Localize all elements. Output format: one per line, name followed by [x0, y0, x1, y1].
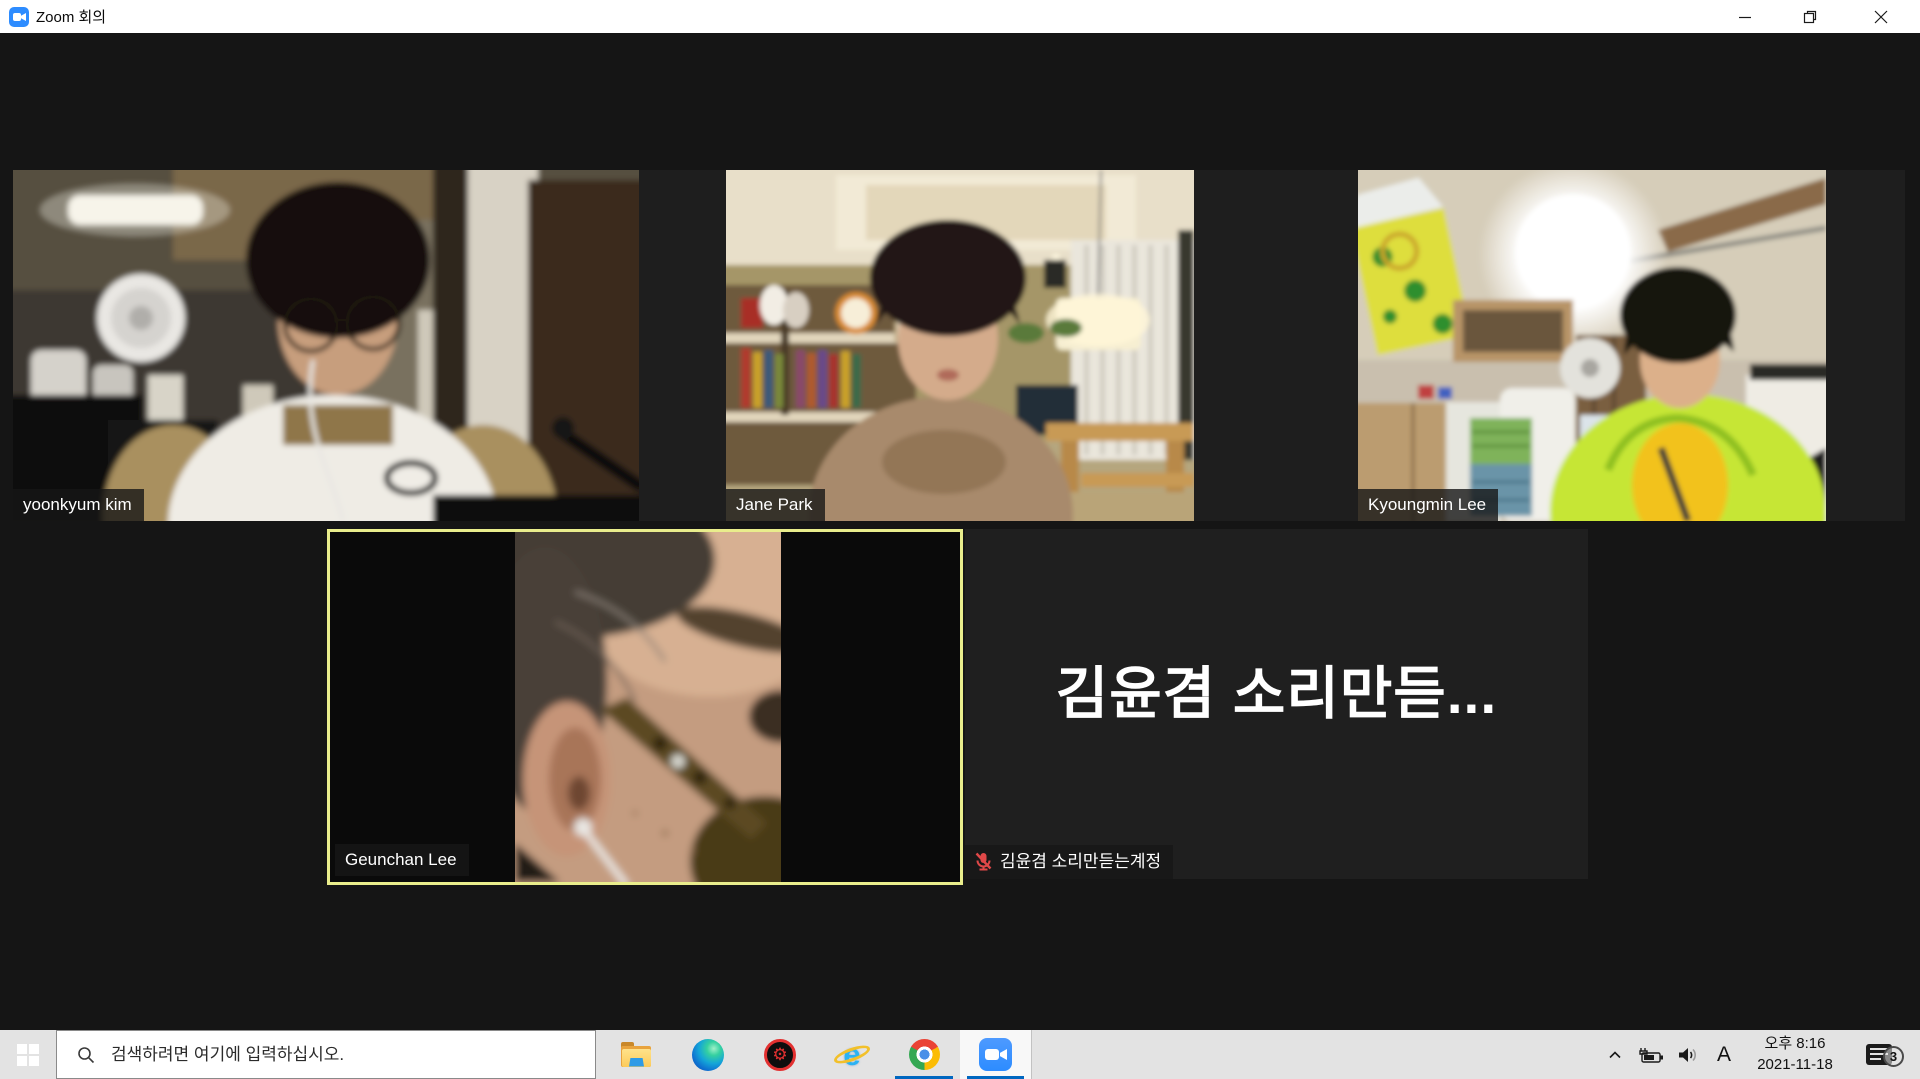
zoom-icon	[979, 1038, 1012, 1071]
taskbar-security-tool-button[interactable]: ⚙	[744, 1030, 816, 1079]
taskbar-zoom-button[interactable]	[960, 1030, 1032, 1079]
system-tray: A 오후 8:16 2021-11-18 3	[1598, 1030, 1920, 1079]
microsoft-edge-icon	[692, 1039, 724, 1071]
tray-date: 2021-11-18	[1757, 1055, 1833, 1075]
gallery-view: yoonkyum kim	[0, 33, 1920, 1030]
video-feed	[13, 170, 639, 521]
video-tile-kyoungmin-lee[interactable]: Kyoungmin Lee	[1358, 170, 1826, 521]
minimize-button[interactable]	[1712, 0, 1777, 33]
restore-down-icon	[1803, 10, 1817, 24]
close-button[interactable]	[1842, 0, 1920, 33]
participant-name: yoonkyum kim	[23, 496, 132, 513]
video-feed	[515, 532, 781, 882]
video-tile-jane-park[interactable]: Jane Park	[726, 170, 1194, 521]
taskbar-search-box[interactable]	[56, 1030, 596, 1079]
muted-mic-icon	[975, 852, 992, 871]
chevron-up-icon	[1607, 1048, 1623, 1062]
tray-time: 오후 8:16	[1765, 1034, 1826, 1054]
participant-name-label: Jane Park	[726, 489, 825, 521]
participant-name: Kyoungmin Lee	[1368, 496, 1486, 513]
restore-button[interactable]	[1777, 0, 1842, 33]
windows-logo-icon	[17, 1044, 39, 1066]
tray-battery-button[interactable]	[1632, 1030, 1670, 1079]
tray-ime-indicator[interactable]: A	[1706, 1030, 1742, 1079]
video-feed	[726, 170, 1194, 521]
participant-name: Jane Park	[736, 496, 813, 513]
video-tile-yoonkyum-kim[interactable]: yoonkyum kim	[13, 170, 639, 521]
security-gear-icon: ⚙	[764, 1039, 796, 1071]
notification-count-badge: 3	[1883, 1046, 1904, 1067]
start-button[interactable]	[0, 1030, 56, 1079]
participant-name: Geunchan Lee	[345, 851, 457, 868]
portrait-video	[515, 532, 781, 882]
minimize-icon	[1738, 10, 1752, 24]
video-feed	[1358, 170, 1826, 521]
zoom-meeting-window: Zoom 회의	[0, 0, 1920, 1079]
tray-volume-button[interactable]	[1670, 1030, 1706, 1079]
taskbar-internet-explorer-button[interactable]: e	[816, 1030, 888, 1079]
taskbar-chrome-button[interactable]	[888, 1030, 960, 1079]
participant-name-label: Geunchan Lee	[335, 844, 469, 876]
participant-name-label: yoonkyum kim	[13, 489, 144, 521]
tray-clock[interactable]: 오후 8:16 2021-11-18	[1742, 1030, 1848, 1079]
google-chrome-icon	[909, 1039, 940, 1070]
camera-icon	[13, 13, 21, 21]
tray-show-hidden-icons-button[interactable]	[1598, 1030, 1632, 1079]
search-input[interactable]	[109, 1031, 595, 1078]
video-off-display-name: 김윤겸 소리만듣...	[965, 529, 1588, 849]
search-icon	[77, 1046, 95, 1064]
taskbar-edge-button[interactable]	[672, 1030, 744, 1079]
taskbar-app-icons: ⚙ e	[600, 1030, 1032, 1079]
video-tile-kim-yoonkyum-audio-only[interactable]: 김윤겸 소리만듣... 김윤겸 소리만듣는계정	[965, 529, 1588, 879]
taskbar-file-explorer-button[interactable]	[600, 1030, 672, 1079]
internet-explorer-icon: e	[835, 1039, 869, 1071]
video-tile-geunchan-lee-active-speaker[interactable]: Geunchan Lee	[327, 529, 963, 885]
windows-taskbar: ⚙ e	[0, 1030, 1920, 1079]
battery-charging-icon	[1638, 1046, 1664, 1064]
close-icon	[1874, 10, 1888, 24]
zoom-app-icon	[9, 7, 29, 27]
title-bar: Zoom 회의	[0, 0, 1920, 33]
speaker-icon	[1677, 1046, 1699, 1064]
window-title: Zoom 회의	[36, 0, 106, 33]
participant-name: 김윤겸 소리만듣는계정	[1000, 853, 1161, 870]
action-center-button[interactable]: 3	[1848, 1030, 1910, 1079]
participant-name-label: Kyoungmin Lee	[1358, 489, 1498, 521]
file-explorer-icon	[620, 1042, 652, 1068]
participant-name-label: 김윤겸 소리만듣는계정	[965, 845, 1173, 879]
